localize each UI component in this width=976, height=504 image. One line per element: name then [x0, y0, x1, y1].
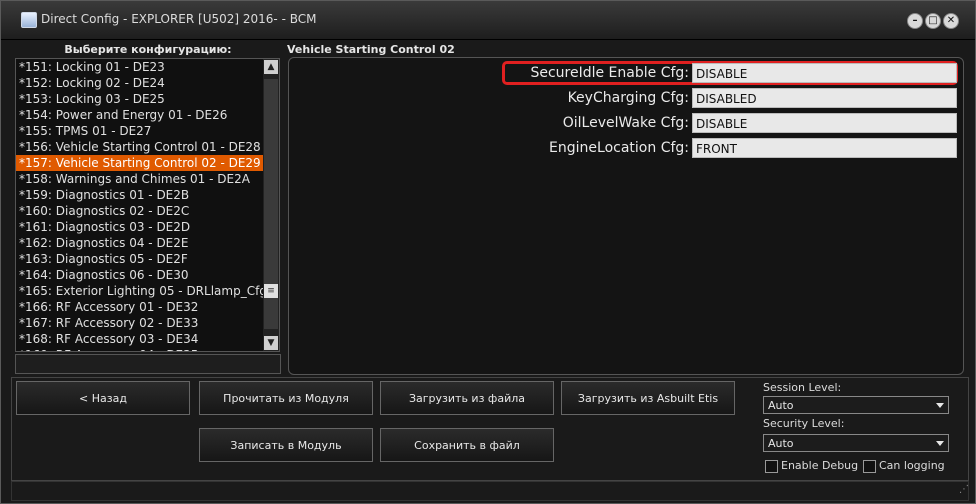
status-bar [11, 481, 969, 501]
session-level-label: Session Level: [763, 381, 842, 394]
config-list-item[interactable]: *162: Diagnostics 04 - DE2E [16, 235, 264, 251]
enable-debug-label: Enable Debug [781, 459, 859, 472]
resize-grip-icon[interactable]: ⋰ [959, 484, 969, 495]
security-level-label: Security Level: [763, 417, 845, 430]
session-level-select[interactable]: Auto [763, 396, 949, 414]
cfg-row-oillevelwake: OilLevelWake Cfg: DISABLE [289, 113, 963, 135]
security-level-value: Auto [768, 437, 794, 450]
config-list-item[interactable]: *163: Diagnostics 05 - DE2F [16, 251, 264, 267]
config-section-title: Vehicle Starting Control 02 [287, 43, 455, 56]
cfg-value-field[interactable]: FRONT [692, 138, 957, 158]
config-list-item[interactable]: *164: Diagnostics 06 - DE30 [16, 267, 264, 283]
read-from-module-button[interactable]: Прочитать из Модуля [199, 381, 373, 415]
config-list-item[interactable]: *166: RF Accessory 01 - DE32 [16, 299, 264, 315]
window-title: Direct Config - EXPLORER [U502] 2016- - … [41, 12, 317, 26]
save-to-file-button[interactable]: Сохранить в файл [380, 428, 554, 462]
config-list-item[interactable]: *161: Diagnostics 03 - DE2D [16, 219, 264, 235]
cfg-value-field[interactable]: DISABLE [692, 113, 957, 133]
config-list-item[interactable]: *154: Power and Energy 01 - DE26 [16, 107, 264, 123]
config-list-item[interactable]: *159: Diagnostics 01 - DE2B [16, 187, 264, 203]
cfg-row-keycharging: KeyCharging Cfg: DISABLED [289, 88, 963, 110]
cfg-label: KeyCharging Cfg: [567, 90, 689, 106]
load-asbuilt-button[interactable]: Загрузить из Asbuilt Etis [561, 381, 735, 415]
write-to-module-button[interactable]: Записать в Модуль [199, 428, 373, 462]
chevron-down-icon [936, 403, 944, 408]
cfg-value-field[interactable]: DISABLED [692, 88, 957, 108]
config-list-item[interactable]: *165: Exterior Lighting 05 - DRLlamp_Cfg… [16, 283, 264, 299]
cfg-label: EngineLocation Cfg: [549, 140, 689, 156]
can-logging-checkbox[interactable] [863, 460, 876, 473]
main-window: Direct Config - EXPLORER [U502] 2016- - … [0, 0, 976, 504]
config-list[interactable]: *151: Locking 01 - DE23 *152: Locking 02 … [15, 58, 265, 352]
cfg-value-field[interactable]: DISABLE [692, 63, 957, 83]
config-list-item[interactable]: *153: Locking 03 - DE25 [16, 91, 264, 107]
status-field [15, 354, 281, 374]
action-panel: < Назад Прочитать из Модуля Загрузить из… [11, 377, 969, 481]
config-list-item[interactable]: *160: Diagnostics 02 - DE2C [16, 203, 264, 219]
security-level-select[interactable]: Auto [763, 434, 949, 452]
scroll-up-icon[interactable]: ▲ [264, 60, 278, 74]
back-button[interactable]: < Назад [16, 381, 190, 415]
config-list-item[interactable]: *157: Vehicle Starting Control 02 - DE29 [16, 155, 264, 171]
cfg-row-secureidle: SecureIdle Enable Cfg: DISABLE [289, 61, 963, 85]
scroll-thumb-grip-icon[interactable]: ≡ [264, 284, 278, 298]
maximize-button[interactable]: □ [925, 13, 941, 29]
config-list-item[interactable]: *152: Locking 02 - DE24 [16, 75, 264, 91]
config-list-item[interactable]: *158: Warnings and Chimes 01 - DE2A [16, 171, 264, 187]
cfg-row-enginelocation: EngineLocation Cfg: FRONT [289, 138, 963, 160]
chevron-down-icon [936, 441, 944, 446]
minimize-button[interactable]: – [907, 13, 923, 29]
config-list-item[interactable]: *169: RF Accessory 04 - DE35 [16, 347, 264, 351]
config-list-item[interactable]: *151: Locking 01 - DE23 [16, 59, 264, 75]
can-logging-label: Can logging [879, 459, 945, 472]
config-list-item[interactable]: *167: RF Accessory 02 - DE33 [16, 315, 264, 331]
title-bar[interactable]: Direct Config - EXPLORER [U502] 2016- - … [1, 1, 975, 40]
cfg-label: OilLevelWake Cfg: [562, 115, 689, 131]
load-from-file-button[interactable]: Загрузить из файла [380, 381, 554, 415]
scroll-down-icon[interactable]: ▼ [264, 336, 278, 350]
app-icon [21, 12, 37, 28]
config-parameters-panel: SecureIdle Enable Cfg: DISABLE KeyChargi… [288, 57, 964, 375]
config-list-scrollbar[interactable]: ▲ ≡ ▼ [263, 58, 280, 352]
config-list-item[interactable]: *168: RF Accessory 03 - DE34 [16, 331, 264, 347]
config-list-item[interactable]: *155: TPMS 01 - DE27 [16, 123, 264, 139]
close-button[interactable]: ✕ [943, 13, 959, 29]
enable-debug-checkbox[interactable] [765, 460, 778, 473]
config-list-header: Выберите конфигурацию: [64, 43, 232, 56]
cfg-label: SecureIdle Enable Cfg: [530, 65, 689, 81]
session-level-value: Auto [768, 399, 794, 412]
config-list-item[interactable]: *156: Vehicle Starting Control 01 - DE28 [16, 139, 264, 155]
